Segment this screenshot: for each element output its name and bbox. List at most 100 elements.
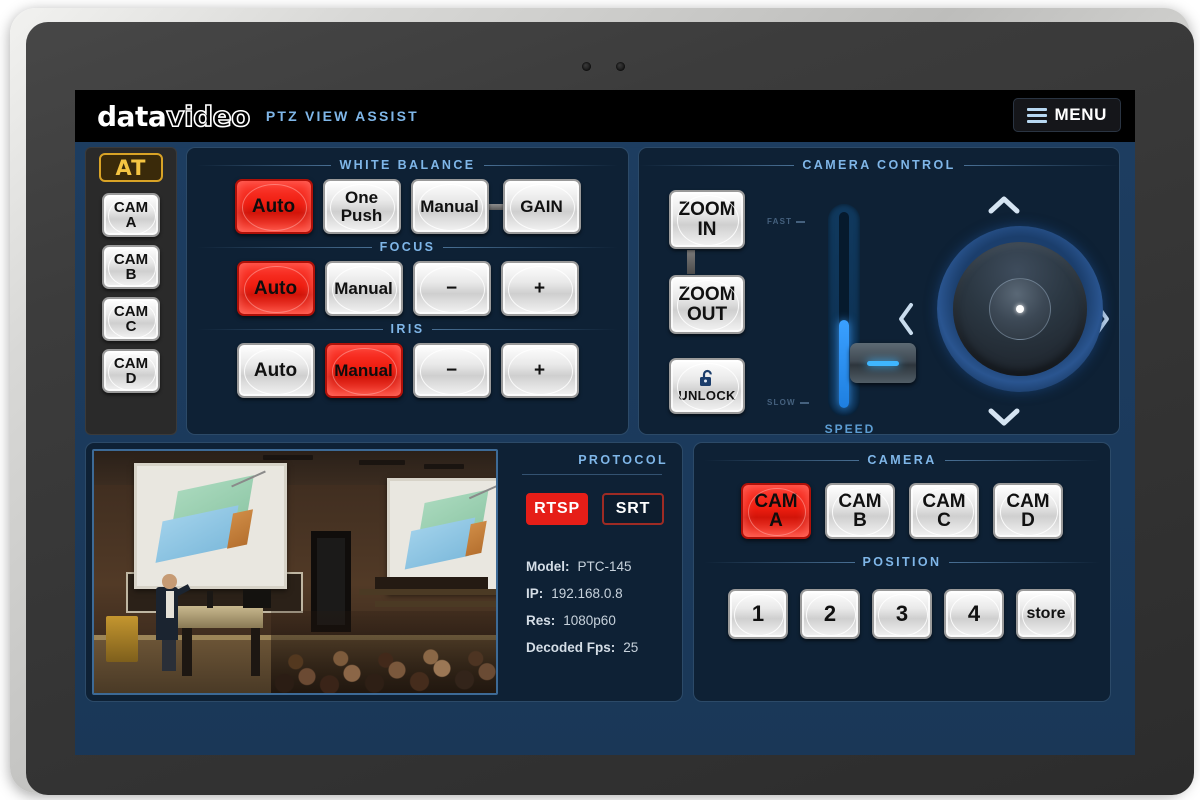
pan-left-arrow-icon[interactable] xyxy=(893,299,919,339)
camera-button-b[interactable]: CAM B xyxy=(825,483,895,539)
bezel-sensors xyxy=(26,62,1194,74)
preset-button-1[interactable]: 1 xyxy=(728,589,788,639)
preset-button-3[interactable]: 3 xyxy=(872,589,932,639)
wb-one-push-button[interactable]: One Push xyxy=(322,179,401,234)
preset-button-2[interactable]: 2 xyxy=(800,589,860,639)
info-value-ip: 192.168.0.8 xyxy=(551,586,623,601)
wb-auto-button[interactable]: Auto xyxy=(234,179,313,234)
feed-wall-speaker xyxy=(375,576,488,589)
iris-title: IRIS xyxy=(390,322,425,336)
info-row-ip: IP: 192.168.0.8 xyxy=(526,586,668,601)
divider-left xyxy=(197,246,372,248)
divider-left xyxy=(639,164,795,166)
feed-chair xyxy=(106,615,139,662)
app-screen: datavideo PTZ VIEW ASSIST MENU AT CAM A C… xyxy=(75,90,1135,755)
camera-a-line1: CAM xyxy=(754,490,798,512)
info-value-model: PTC-145 xyxy=(577,559,632,574)
unlock-label: UNLOCK xyxy=(678,388,736,404)
zoom-in-line2: IN xyxy=(697,218,717,240)
protocol-rtsp-button[interactable]: RTSP xyxy=(526,493,588,525)
protocol-srt-button[interactable]: SRT xyxy=(602,493,664,525)
slide-layer-blue xyxy=(155,505,239,564)
zoom-out-button[interactable]: ZOOM OUT xyxy=(669,275,745,334)
slow-tick xyxy=(799,401,809,404)
sidebar-item-cam-c[interactable]: CAM C xyxy=(102,297,160,341)
focus-minus-button[interactable]: − xyxy=(412,261,491,316)
speed-slow-label: SLOW xyxy=(767,398,809,407)
feed-presenter-legs xyxy=(162,637,176,672)
camera-select-header: CAMERA xyxy=(704,449,1101,471)
sidebar-item-cam-d[interactable]: CAM D xyxy=(102,349,160,393)
iris-header: IRIS xyxy=(197,318,619,340)
feed-bench xyxy=(359,588,496,595)
position-title: POSITION xyxy=(862,555,942,569)
feed-monitor xyxy=(242,588,271,609)
feed-desk-leg xyxy=(250,627,261,677)
brand-bold: data xyxy=(97,99,167,133)
joystick-disc[interactable] xyxy=(953,242,1087,376)
slider-track[interactable] xyxy=(828,204,916,416)
feed-slide-graphic xyxy=(400,485,496,582)
speed-fast-label: FAST xyxy=(767,217,806,226)
camera-button-c[interactable]: CAM C xyxy=(909,483,979,539)
iris-minus-button[interactable]: − xyxy=(412,343,491,398)
zoom-in-button[interactable]: ZOOM IN xyxy=(669,190,745,249)
menu-button[interactable]: MENU xyxy=(1012,98,1121,132)
at-badge: AT xyxy=(99,153,163,182)
joystick-knob[interactable] xyxy=(989,278,1051,340)
tilt-down-arrow-icon[interactable] xyxy=(984,404,1024,430)
protocol-column: PROTOCOL RTSP SRT Model: PTC-145 IP: 192… xyxy=(502,449,676,695)
iris-manual-button[interactable]: Manual xyxy=(324,343,403,398)
wb-manual-button[interactable]: Manual xyxy=(410,179,489,234)
preset-button-4[interactable]: 4 xyxy=(944,589,1004,639)
info-value-res: 1080p60 xyxy=(563,613,616,628)
unlock-button[interactable]: UNLOCK xyxy=(669,358,745,414)
iris-auto-button[interactable]: Auto xyxy=(236,343,315,398)
sidebar-item-cam-b[interactable]: CAM B xyxy=(102,245,160,289)
focus-auto-button[interactable]: Auto xyxy=(236,261,315,316)
focus-header: FOCUS xyxy=(197,236,618,258)
app-header: datavideo PTZ VIEW ASSIST MENU xyxy=(75,90,1135,142)
focus-plus-button[interactable]: + xyxy=(500,261,579,316)
info-row-model: Model: PTC-145 xyxy=(526,559,668,574)
pan-tilt-joystick xyxy=(889,186,1119,434)
info-row-fps: Decoded Fps: 25 xyxy=(526,640,668,655)
info-row-res: Res: 1080p60 xyxy=(526,613,668,628)
cam-d-line2: D xyxy=(125,370,137,387)
camera-d-line2: D xyxy=(1021,510,1035,531)
divider-left xyxy=(197,328,383,330)
feed-desk-leg xyxy=(182,627,193,677)
zoom-button-stack: ZOOM IN ZOOM OUT UNLOCK xyxy=(669,190,745,414)
camera-button-a[interactable]: CAM A xyxy=(741,483,811,539)
tilt-up-arrow-icon[interactable] xyxy=(984,192,1024,218)
info-value-fps: 25 xyxy=(623,640,639,655)
divider-right xyxy=(432,328,619,330)
feed-slide-graphic xyxy=(149,470,272,577)
video-preview[interactable] xyxy=(92,449,498,695)
speed-caption: SPEED xyxy=(824,422,876,435)
divider-right xyxy=(949,561,1100,563)
sidebar-item-cam-a[interactable]: CAM A xyxy=(102,193,160,237)
feed-lectern-desk xyxy=(174,605,263,628)
wb-link-bar xyxy=(488,203,503,210)
feed-audience xyxy=(270,610,496,693)
camera-button-d[interactable]: CAM D xyxy=(993,483,1063,539)
camera-select-buttons: CAM A CAM B CAM C CAM D xyxy=(704,483,1100,539)
divider-left xyxy=(704,459,860,461)
camera-select-title: CAMERA xyxy=(867,453,937,467)
iris-buttons: Auto Manual − + xyxy=(197,343,618,398)
preset-store-button[interactable]: store xyxy=(1016,589,1076,639)
device-info: Model: PTC-145 IP: 192.168.0.8 Res: 1080… xyxy=(526,559,668,655)
camera-b-line2: B xyxy=(853,510,867,531)
iris-plus-button[interactable]: + xyxy=(500,343,579,398)
feed-bench xyxy=(375,601,496,608)
focus-manual-button[interactable]: Manual xyxy=(324,261,403,316)
sidebar-camera-list: CAM A CAM B CAM C CAM D xyxy=(102,193,160,393)
image-controls-panel: WHITE BALANCE Auto One Push Manual GAIN F… xyxy=(186,147,629,435)
zoom-out-line1: ZOOM xyxy=(678,284,736,306)
divider-right xyxy=(483,164,618,166)
protocol-buttons: RTSP SRT xyxy=(526,493,668,525)
white-balance-buttons: Auto One Push Manual GAIN xyxy=(197,179,618,234)
wb-gain-button[interactable]: GAIN xyxy=(502,179,581,234)
white-balance-title: WHITE BALANCE xyxy=(339,158,476,172)
